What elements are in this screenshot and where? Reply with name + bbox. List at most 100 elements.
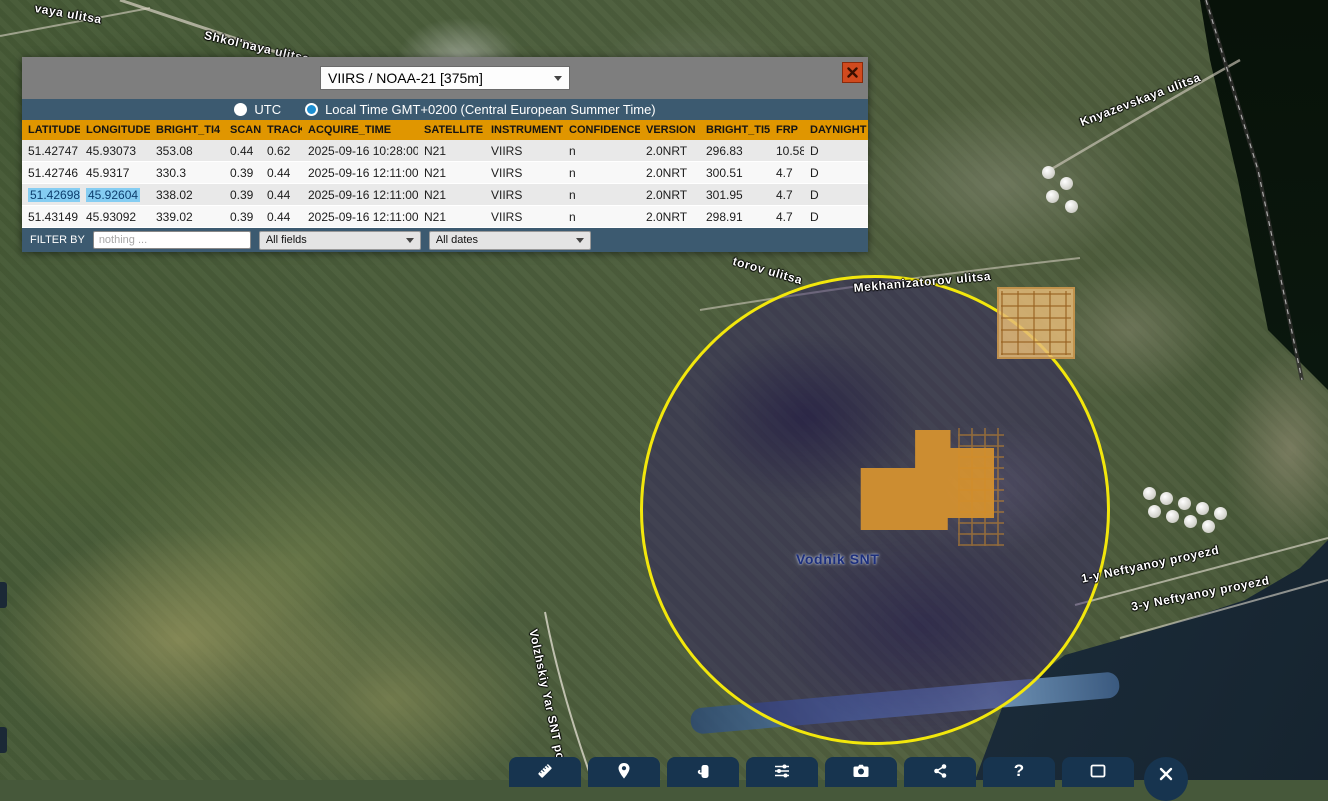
table-row[interactable]: 51.4314945.93092339.020.390.442025-09-16… [22,206,868,228]
column-header-daynight[interactable]: DAYNIGHT [804,124,868,136]
column-header-instrument[interactable]: INSTRUMENT [485,124,563,136]
table-cell[interactable]: 4.7 [770,166,804,180]
table-cell[interactable]: 4.7 [770,210,804,224]
table-cell[interactable]: 4.7 [770,188,804,202]
column-header-scan[interactable]: SCAN [224,124,261,136]
table-cell[interactable]: 2025-09-16 12:11:00 [302,188,418,202]
table-row[interactable]: 51.42698 45.92604 338.020.390.442025-09-16… [22,184,868,206]
utc-radio-label[interactable]: UTC [254,102,281,117]
column-header-bright_ti4[interactable]: BRIGHT_TI4 [150,124,224,136]
table-cell[interactable]: n [563,144,640,158]
column-header-acquire_time[interactable]: ACQUIRE_TIME [302,124,418,136]
column-header-version[interactable]: VERSION [640,124,700,136]
table-row[interactable]: 51.4274745.93073353.080.440.622025-09-16… [22,140,868,162]
fullscreen-button[interactable] [1062,757,1134,787]
table-cell[interactable]: 45.9317 [80,166,150,180]
local-time-radio[interactable] [305,103,318,116]
oil-tank [1060,177,1073,190]
table-cell[interactable]: 2.0NRT [640,144,700,158]
help-button[interactable]: ? [983,757,1055,787]
table-cell[interactable]: 2.0NRT [640,166,700,180]
table-cell[interactable]: 339.02 [150,210,224,224]
table-cell[interactable]: 0.44 [224,144,261,158]
local-time-radio-label[interactable]: Local Time GMT+0200 (Central European Su… [325,102,656,117]
table-cell[interactable]: 330.3 [150,166,224,180]
table-cell[interactable]: 51.42747 [22,144,80,158]
table-cell[interactable]: 0.39 [224,166,261,180]
rectangle-icon [1089,762,1107,780]
highlighted-cell-value: 45.92604 [86,188,140,202]
camera-icon [852,762,870,780]
oil-tank [1178,497,1191,510]
table-cell[interactable]: 0.39 [224,188,261,202]
table-cell[interactable]: VIIRS [485,144,563,158]
table-cell[interactable]: N21 [418,166,485,180]
table-cell[interactable]: 296.83 [700,144,770,158]
dataset-select[interactable]: VIIRS / NOAA-21 [375m] [320,66,570,90]
table-cell[interactable]: D [804,144,868,158]
share-icon [931,762,949,780]
table-cell[interactable]: 2.0NRT [640,210,700,224]
table-cell[interactable]: 51.42698 [22,188,80,202]
column-header-satellite[interactable]: SATELLITE [418,124,485,136]
table-cell[interactable]: N21 [418,144,485,158]
table-cell[interactable]: 0.39 [224,210,261,224]
table-cell[interactable]: 0.44 [261,210,302,224]
filter-dates-value: All dates [436,234,478,246]
table-cell[interactable]: 51.42746 [22,166,80,180]
left-edge-tab[interactable] [0,727,7,753]
locate-button[interactable] [588,757,660,787]
column-header-latitude[interactable]: LATITUDE [22,124,80,136]
column-header-bright_ti5[interactable]: BRIGHT_TI5 [700,124,770,136]
filter-fields-value: All fields [266,234,307,246]
table-cell[interactable]: 2025-09-16 12:11:00 [302,210,418,224]
column-header-longitude[interactable]: LONGITUDE [80,124,150,136]
table-cell[interactable]: n [563,210,640,224]
table-cell[interactable]: VIIRS [485,188,563,202]
table-cell[interactable]: D [804,166,868,180]
table-cell[interactable]: 338.02 [150,188,224,202]
table-cell[interactable]: 45.92604 [80,188,150,202]
table-cell[interactable]: 300.51 [700,166,770,180]
table-cell[interactable]: 51.43149 [22,210,80,224]
table-cell[interactable]: N21 [418,188,485,202]
column-header-confidence[interactable]: CONFIDENCE [563,124,640,136]
table-cell[interactable]: 298.91 [700,210,770,224]
close-panel-button[interactable] [842,62,863,83]
table-cell[interactable]: n [563,166,640,180]
table-cell[interactable]: 45.93092 [80,210,150,224]
table-row[interactable]: 51.4274645.9317330.30.390.442025-09-16 1… [22,162,868,184]
table-cell[interactable]: VIIRS [485,166,563,180]
table-cell[interactable]: VIIRS [485,210,563,224]
table-cell[interactable]: n [563,188,640,202]
table-cell[interactable]: 45.93073 [80,144,150,158]
table-cell[interactable]: 301.95 [700,188,770,202]
table-cell[interactable]: 0.44 [261,166,302,180]
adjustments-button[interactable] [746,757,818,787]
close-toolbar-button[interactable] [1144,757,1188,801]
table-cell[interactable]: 10.58 [770,144,804,158]
table-cell[interactable]: N21 [418,210,485,224]
filter-fields-select[interactable]: All fields [259,231,421,250]
column-header-track[interactable]: TRACK [261,124,302,136]
table-cell[interactable]: D [804,188,868,202]
column-header-frp[interactable]: FRP [770,124,804,136]
table-cell[interactable]: 2025-09-16 12:11:00 [302,166,418,180]
utc-radio[interactable] [234,103,247,116]
table-cell[interactable]: 0.44 [261,188,302,202]
fire-data-panel: VIIRS / NOAA-21 [375m] UTC Local Time GM… [22,57,868,252]
screenshot-button[interactable] [825,757,897,787]
fire-extinguisher-icon [694,762,712,780]
table-cell[interactable]: 0.62 [261,144,302,158]
table-cell[interactable]: 353.08 [150,144,224,158]
extinguisher-button[interactable] [667,757,739,787]
table-cell[interactable]: D [804,210,868,224]
share-button[interactable] [904,757,976,787]
filter-input[interactable] [93,231,251,249]
table-cell[interactable]: 2025-09-16 10:28:00 [302,144,418,158]
left-edge-tab[interactable] [0,582,7,608]
measure-button[interactable] [509,757,581,787]
filter-dates-select[interactable]: All dates [429,231,591,250]
place-label-vodnik-snt: Vodnik SNT [796,551,880,567]
table-cell[interactable]: 2.0NRT [640,188,700,202]
